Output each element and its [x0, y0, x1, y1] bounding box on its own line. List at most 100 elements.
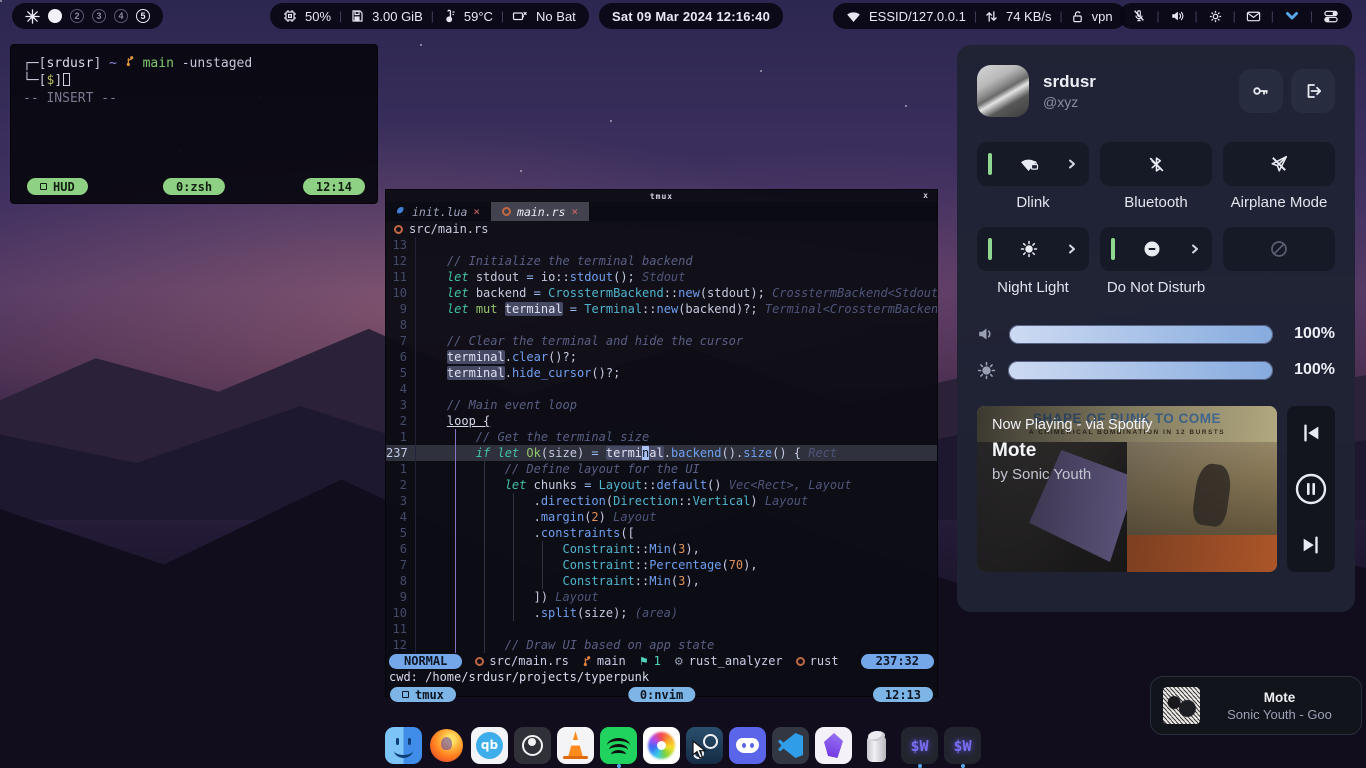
active-indicator — [988, 153, 992, 175]
code-line[interactable]: 9 ]) Layout — [386, 589, 937, 605]
code-line[interactable]: 1 // Define layout for the UI — [386, 461, 937, 477]
dock-trash[interactable] — [858, 727, 895, 764]
tab-close-icon[interactable]: × — [571, 205, 578, 218]
workspace-3[interactable]: 3 — [92, 9, 106, 23]
code-line[interactable]: 5 .constraints([ — [386, 525, 937, 541]
chevron-right-icon[interactable] — [1066, 243, 1078, 255]
code-line[interactable]: 10 .split(size); (area) — [386, 605, 937, 621]
code-line[interactable]: 2 loop { — [386, 413, 937, 429]
code-line[interactable]: 2 let chunks = Layout::default() Vec<Rec… — [386, 477, 937, 493]
workspace-2[interactable]: 2 — [70, 9, 84, 23]
brightness-icon — [977, 361, 996, 380]
dock: $W $W — [385, 727, 981, 764]
tab-close-icon[interactable]: × — [473, 205, 480, 218]
code-line[interactable]: 7 // Clear the terminal and hide the cur… — [386, 333, 937, 349]
code-line[interactable]: 7 Constraint::Percentage(70), — [386, 557, 937, 573]
square-icon — [402, 691, 409, 698]
toggle-disabled[interactable] — [1223, 227, 1335, 271]
line-number: 9 — [386, 589, 416, 605]
lua-icon — [397, 207, 406, 216]
code-line[interactable]: 6 terminal.clear()?; — [386, 349, 937, 365]
microphone-muted-icon[interactable] — [1132, 9, 1146, 23]
key-icon — [1251, 81, 1271, 101]
code-line[interactable]: 5 terminal.hide_cursor()?; — [386, 365, 937, 381]
toggle-airplane-mode[interactable] — [1223, 142, 1335, 186]
dock-discord[interactable] — [729, 727, 766, 764]
tmux-session-badge[interactable]: tmux — [390, 687, 456, 702]
workspace-4[interactable]: 4 — [114, 9, 128, 23]
editor-window[interactable]: tmux x init.lua × main.rs × src/main.rs … — [385, 189, 938, 697]
tmux-window-badge[interactable]: 0:nvim — [628, 687, 695, 702]
code-line[interactable]: 13 — [386, 237, 937, 253]
tmux-session-badge[interactable]: HUD — [27, 178, 88, 195]
toggle-wifi-dlink[interactable] — [977, 142, 1089, 186]
toggles-icon[interactable] — [1323, 9, 1339, 24]
logout-button[interactable] — [1291, 69, 1335, 113]
previous-track-button[interactable] — [1300, 422, 1322, 444]
tab-init-lua[interactable]: init.lua × — [386, 202, 491, 221]
window-close-button[interactable]: x — [923, 191, 929, 200]
tab-main-rs[interactable]: main.rs × — [491, 202, 589, 221]
lock-open-icon — [1071, 10, 1084, 23]
logo-icon[interactable] — [25, 9, 40, 24]
notification-now-playing[interactable]: Mote Sonic Youth - Goo — [1150, 676, 1362, 735]
code-line[interactable]: 3 .direction(Direction::Vertical) Layout — [386, 493, 937, 509]
settings-gear-icon[interactable] — [1208, 9, 1223, 24]
clock-text: Sat 09 Mar 2024 12:16:40 — [612, 9, 770, 24]
dock-firefox[interactable] — [428, 727, 465, 764]
chevron-down-icon[interactable] — [1284, 9, 1300, 23]
toggle-night-light[interactable] — [977, 227, 1089, 271]
dock-spotify[interactable] — [600, 727, 637, 764]
code-line[interactable]: 6 Constraint::Min(3), — [386, 541, 937, 557]
code-line[interactable]: 3 // Main event loop — [386, 397, 937, 413]
code-line[interactable]: 1 // Get the terminal size — [386, 429, 937, 445]
dock-vscode[interactable] — [772, 727, 809, 764]
toggle-bluetooth[interactable] — [1100, 142, 1212, 186]
gear-icon: ⚙ — [674, 655, 684, 668]
mail-icon[interactable] — [1246, 9, 1261, 23]
airplane-off-icon — [1270, 155, 1288, 173]
wifi-lock-icon — [1000, 156, 1058, 173]
pause-button[interactable] — [1294, 472, 1328, 506]
chevron-right-icon[interactable] — [1189, 243, 1201, 255]
dock-wezterm-1[interactable]: $W — [901, 727, 938, 764]
code-line[interactable]: 9 let mut terminal = Terminal::new(backe… — [386, 301, 937, 317]
line-number: 8 — [386, 317, 416, 333]
code-line[interactable]: 4 .margin(2) Layout — [386, 509, 937, 525]
toggle-do-not-disturb[interactable] — [1100, 227, 1212, 271]
volume-icon[interactable] — [1170, 9, 1185, 23]
topbar-workspaces: 2 3 4 5 — [12, 3, 163, 29]
code-line[interactable]: 10 let backend = CrosstermBackend::new(s… — [386, 285, 937, 301]
code-line[interactable]: 8 Constraint::Min(3), — [386, 573, 937, 589]
code-line[interactable]: 12 // Initialize the terminal backend — [386, 253, 937, 269]
volume-slider-row: 100% — [977, 316, 1335, 352]
volume-slider[interactable] — [1009, 325, 1273, 344]
code-line-current[interactable]: 237 if let Ok(size) = terminal.backend()… — [386, 445, 937, 461]
running-indicator — [961, 764, 965, 768]
dock-vlc[interactable] — [557, 727, 594, 764]
dock-qbittorrent[interactable] — [471, 727, 508, 764]
dock-wezterm-2[interactable]: $W — [944, 727, 981, 764]
lock-keys-button[interactable] — [1239, 69, 1283, 113]
dock-file-manager[interactable] — [385, 727, 422, 764]
next-track-button[interactable] — [1300, 534, 1322, 556]
dock-photos[interactable] — [643, 727, 680, 764]
code-line[interactable]: 11 let stdout = io::stdout(); Stdout — [386, 269, 937, 285]
topbar-clock[interactable]: Sat 09 Mar 2024 12:16:40 — [599, 3, 783, 29]
chevron-right-icon[interactable] — [1066, 158, 1078, 170]
workspace-1-active[interactable] — [48, 9, 62, 23]
code-line[interactable]: 12 // Draw UI based on app state — [386, 637, 937, 653]
flag-icon: ⚑ — [639, 655, 649, 668]
code-line[interactable]: 11 — [386, 621, 937, 637]
code-area[interactable]: 1312 // Initialize the terminal backend1… — [386, 237, 937, 653]
dock-obsidian[interactable] — [815, 727, 852, 764]
code-line[interactable]: 8 — [386, 317, 937, 333]
topbar-network: ESSID/127.0.0.1 | 74 KB/s | vpn — [833, 3, 1126, 29]
terminal-window[interactable]: ┌─[srdusr] ~ main -unstaged └─[$] -- INS… — [10, 44, 378, 204]
workspace-5-occupied[interactable]: 5 — [136, 9, 150, 23]
dock-obs[interactable] — [514, 727, 551, 764]
tmux-window-badge[interactable]: 0:zsh — [163, 178, 225, 195]
running-indicator — [918, 764, 922, 768]
brightness-slider[interactable] — [1008, 361, 1273, 380]
code-line[interactable]: 4 — [386, 381, 937, 397]
